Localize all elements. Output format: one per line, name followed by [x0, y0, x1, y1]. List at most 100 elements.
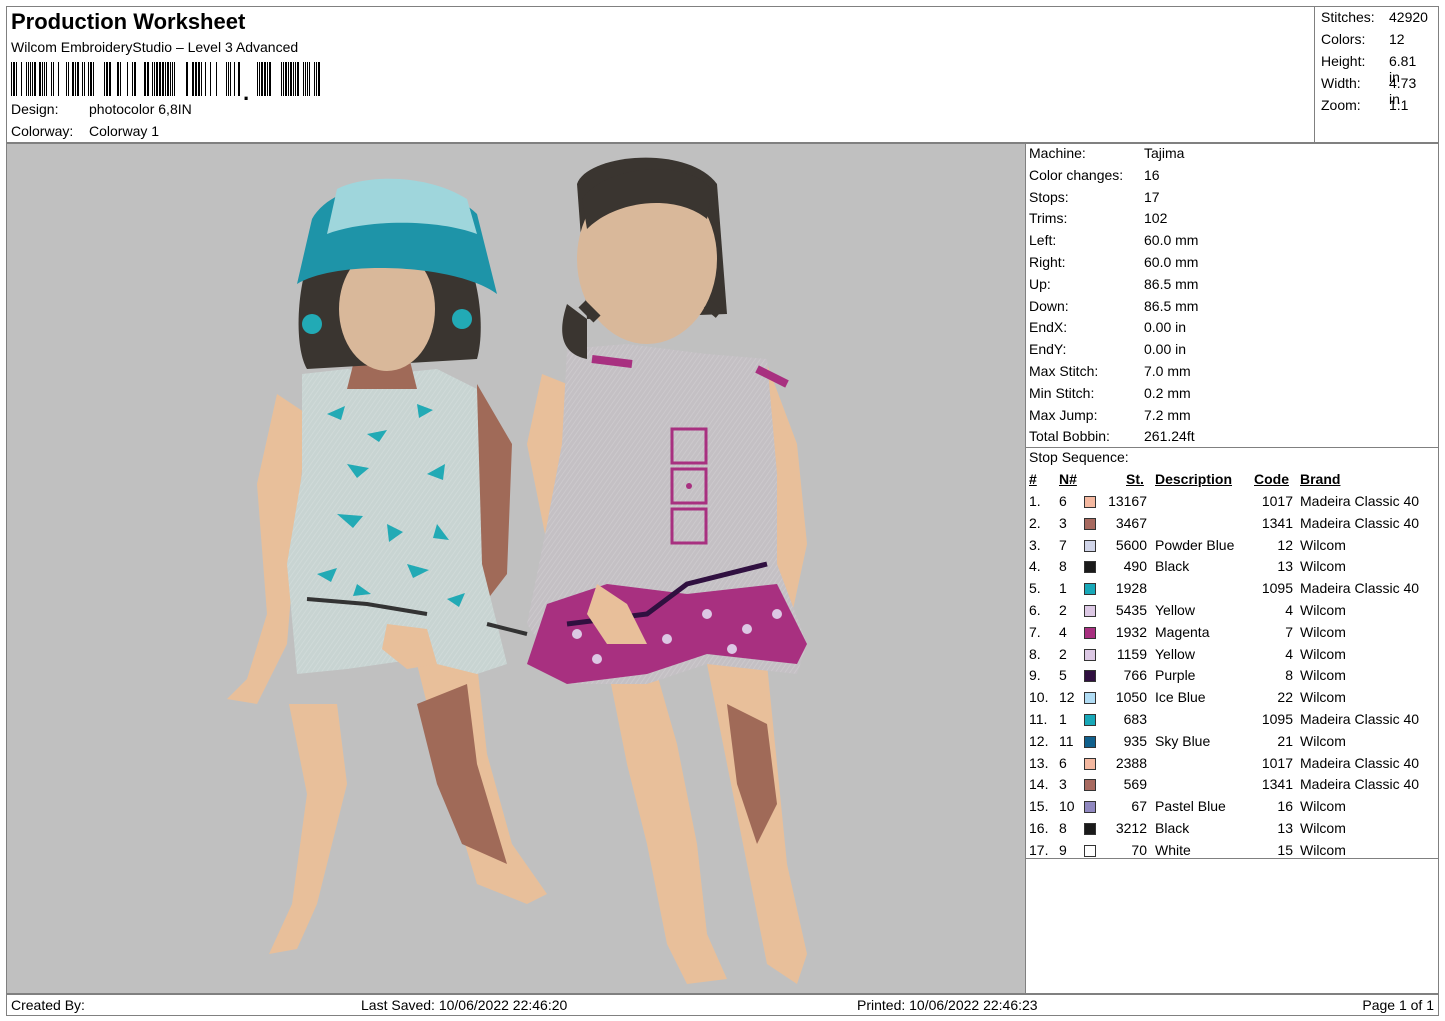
row-description: White — [1155, 841, 1191, 858]
info-label: Stops: — [1029, 188, 1069, 205]
left-girl-figure — [227, 178, 547, 954]
row-stitches: 1928 — [1115, 580, 1147, 597]
embroidery-design-image — [227, 157, 807, 984]
row-description: Purple — [1155, 667, 1196, 684]
info-value: 16 — [1144, 166, 1160, 183]
color-swatch — [1084, 779, 1096, 792]
row-stitches: 13167 — [1108, 493, 1147, 509]
stat-label: Colors: — [1321, 31, 1366, 47]
printed-date: Printed: 10/06/2022 22:46:23 — [857, 997, 1038, 1013]
row-needle: 2 — [1059, 602, 1067, 618]
color-swatch — [1084, 757, 1096, 770]
software-name: Wilcom EmbroideryStudio – Level 3 Advanc… — [11, 39, 299, 55]
row-brand: Wilcom — [1300, 623, 1346, 640]
header-num: # — [1029, 471, 1037, 487]
row-needle: 10 — [1059, 798, 1075, 815]
row-number: 11. — [1029, 711, 1048, 727]
row-number: 4. — [1029, 558, 1041, 575]
info-label: Total Bobbin: — [1029, 428, 1110, 445]
row-stitches: 1932 — [1115, 623, 1147, 640]
color-swatch — [1084, 517, 1096, 530]
worksheet-header: Production Worksheet Wilcom EmbroiderySt… — [6, 6, 1439, 143]
row-code: 8 — [1285, 667, 1293, 684]
info-label: Color changes: — [1029, 166, 1124, 183]
stat-label: Height: — [1321, 53, 1366, 69]
header-brand: Brand — [1300, 471, 1341, 487]
row-brand: Madeira Classic 40 — [1300, 514, 1420, 531]
colorway-row: Colorway: Colorway 1 — [11, 123, 159, 139]
info-value: 17 — [1144, 188, 1160, 205]
row-stitches: 935 — [1123, 732, 1147, 749]
stat-label: Stitches: — [1321, 9, 1375, 25]
row-brand: Wilcom — [1300, 689, 1346, 706]
row-brand: Madeira Classic 40 — [1300, 754, 1420, 771]
color-swatch — [1084, 605, 1096, 617]
row-number: 10. — [1029, 689, 1049, 706]
row-description: Black — [1155, 820, 1190, 836]
row-number: 6. — [1029, 602, 1041, 618]
row-number: 1. — [1029, 493, 1041, 509]
row-number: 12. — [1029, 732, 1049, 749]
row-number: 2. — [1029, 514, 1041, 531]
row-brand: Wilcom — [1300, 558, 1346, 575]
stat-value: 42920 — [1389, 9, 1428, 25]
row-needle: 1 — [1059, 580, 1067, 597]
page-number: Page 1 of 1 — [1362, 997, 1434, 1013]
row-stitches: 67 — [1131, 798, 1147, 815]
row-stitches: 5600 — [1115, 536, 1147, 553]
stat-value: 12 — [1389, 31, 1405, 47]
row-description: Pastel Blue — [1155, 798, 1226, 815]
created-by: Created By: — [11, 997, 85, 1013]
color-swatch — [1084, 648, 1096, 661]
last-saved: Last Saved: 10/06/2022 22:46:20 — [361, 997, 568, 1013]
color-swatch — [1084, 844, 1096, 857]
row-code: 7 — [1285, 623, 1293, 640]
row-code: 1095 — [1261, 711, 1293, 727]
row-code: 16 — [1277, 798, 1293, 815]
row-number: 7. — [1029, 623, 1041, 640]
row-code: 15 — [1277, 841, 1293, 858]
info-label: Machine: — [1029, 145, 1086, 161]
stat-label: Zoom: — [1321, 97, 1361, 113]
stop-sequence-title: Stop Sequence: — [1029, 449, 1129, 465]
machine-info-panel: Machine: Tajima Color changes: 16 Stops: 17 Tr… — [1025, 143, 1439, 994]
row-number: 8. — [1029, 645, 1041, 662]
header-code: Code — [1254, 471, 1289, 487]
info-label: Down: — [1029, 297, 1069, 314]
row-number: 15. — [1029, 798, 1049, 815]
row-brand: Wilcom — [1300, 602, 1346, 618]
colorway-label: Colorway: — [11, 123, 74, 139]
color-swatch — [1084, 735, 1096, 748]
row-stitches: 1159 — [1116, 645, 1147, 662]
row-needle: 3 — [1059, 776, 1067, 793]
color-swatch — [1084, 714, 1096, 726]
info-label: Max Stitch: — [1029, 363, 1099, 379]
row-brand: Wilcom — [1300, 841, 1346, 858]
row-number: 9. — [1029, 667, 1041, 684]
row-needle: 5 — [1059, 667, 1067, 684]
right-girl-figure — [527, 157, 807, 984]
row-number: 14. — [1029, 776, 1049, 793]
header-stitches: St. — [1126, 471, 1144, 487]
info-label: EndX: — [1029, 319, 1068, 336]
row-code: 12 — [1277, 536, 1293, 553]
divider — [1026, 858, 1438, 859]
row-brand: Wilcom — [1300, 798, 1346, 815]
info-label: Up: — [1029, 275, 1051, 292]
barcode-comma: , — [243, 80, 249, 100]
row-stitches: 3467 — [1115, 514, 1147, 531]
info-value: Tajima — [1144, 145, 1185, 161]
info-label: Right: — [1029, 254, 1066, 270]
row-number: 3. — [1029, 536, 1041, 553]
barcode: , — [11, 62, 320, 100]
row-code: 1017 — [1261, 754, 1293, 771]
info-value: 0.2 mm — [1144, 384, 1191, 401]
stat-label: Width: — [1321, 75, 1361, 91]
row-needle: 8 — [1059, 558, 1067, 575]
design-label: Design: — [11, 101, 59, 117]
row-number: 13. — [1029, 754, 1049, 771]
info-value: 86.5 mm — [1144, 275, 1199, 292]
row-stitches: 3212 — [1115, 820, 1147, 836]
row-code: 4 — [1285, 602, 1293, 618]
row-brand: Wilcom — [1300, 667, 1346, 684]
